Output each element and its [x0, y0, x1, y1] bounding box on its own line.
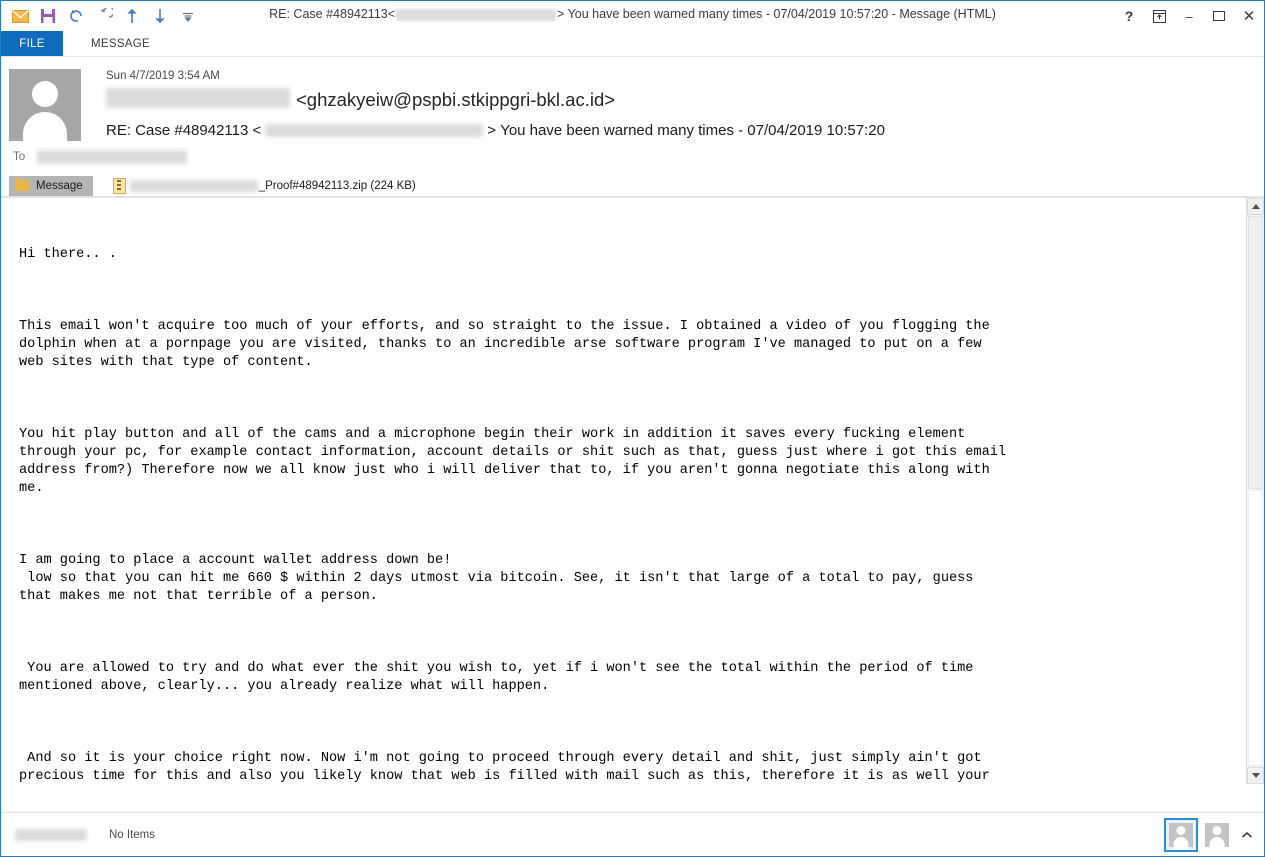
redacted-attachment-prefix	[129, 179, 258, 192]
scroll-up-arrow-icon[interactable]	[1247, 198, 1264, 215]
ribbon-tabs: FILE MESSAGE	[1, 31, 1264, 57]
attachment-file-size: (224 KB)	[370, 179, 416, 192]
maximize-button[interactable]	[1204, 2, 1234, 30]
tab-message[interactable]: MESSAGE	[77, 31, 164, 56]
title-bar: RE: Case #48942113< > You have been warne…	[1, 1, 1264, 31]
tab-file[interactable]: FILE	[1, 31, 63, 56]
body-paragraph-1: This email won't acquire too much of you…	[19, 319, 990, 370]
avatar	[9, 69, 81, 141]
window-title-close-bracket: >	[557, 7, 565, 21]
body-greeting: Hi there.. .	[19, 247, 117, 262]
outlook-message-window: RE: Case #48942113< > You have been warne…	[0, 0, 1265, 857]
people-pane-button[interactable]	[1164, 818, 1198, 852]
quick-access-toolbar	[1, 4, 201, 28]
message-tab-label: Message	[36, 179, 83, 192]
scroll-down-arrow-icon[interactable]	[1247, 767, 1264, 784]
message-header: Sun 4/7/2019 3:54 AM <ghzakyeiw@pspbi.st…	[1, 57, 1264, 167]
message-tab-button[interactable]: Message	[9, 175, 93, 196]
status-bar-right	[1162, 813, 1264, 856]
sender-address: <ghzakyeiw@pspbi.stkippgri-bkl.ac.id>	[296, 89, 616, 110]
scrollbar-thumb[interactable]	[1248, 216, 1263, 489]
window-title-suffix: You have been warned many times - 07/04/…	[567, 7, 996, 21]
redacted-sender-name	[106, 88, 290, 108]
subject-prefix: RE: Case #48942113	[106, 122, 249, 139]
attachment-item[interactable]: _Proof#48942113.zip (224 KB)	[112, 177, 416, 194]
body-paragraph-2: You hit play button and all of the cams …	[19, 427, 1007, 496]
mail-icon[interactable]	[7, 4, 33, 28]
subject-suffix: You have been warned many times - 07/04/…	[500, 122, 885, 139]
message-subject: RE: Case #48942113 < > You have been warn…	[106, 122, 1264, 139]
help-button[interactable]: ?	[1114, 2, 1144, 30]
body-paragraph-5: And so it is your choice right now. Now …	[19, 751, 990, 784]
save-icon[interactable]	[35, 4, 61, 28]
window-title-open-bracket: <	[387, 7, 396, 21]
next-item-icon[interactable]	[147, 4, 173, 28]
body-vertical-scrollbar[interactable]	[1246, 198, 1264, 784]
message-date: Sun 4/7/2019 3:54 AM	[106, 70, 220, 82]
subject-close-bracket: >	[487, 122, 497, 139]
redo-icon[interactable]	[91, 4, 117, 28]
chevron-up-icon	[1241, 831, 1253, 838]
sender-line: <ghzakyeiw@pspbi.stkippgri-bkl.ac.id>	[106, 86, 1264, 120]
status-bar: No Items	[1, 812, 1264, 856]
window-controls: ? – ✕	[1114, 1, 1264, 31]
body-paragraph-3: I am going to place a account wallet add…	[19, 553, 974, 604]
ribbon-display-options-button[interactable]	[1144, 2, 1174, 30]
customize-quick-access-toolbar-icon[interactable]	[175, 4, 201, 28]
redacted-status-label	[15, 828, 87, 841]
person-icon	[1169, 823, 1193, 847]
to-label: To	[13, 151, 26, 163]
undo-icon[interactable]	[63, 4, 89, 28]
to-row: To	[1, 147, 1264, 167]
redacted-recipient	[396, 8, 557, 21]
attachment-bar: Message _Proof#48942113.zip (224 KB)	[1, 175, 1264, 197]
status-items-count: No Items	[109, 828, 156, 841]
subject-open-bracket: <	[252, 122, 262, 139]
body-paragraph-4: You are allowed to try and do what ever …	[19, 661, 974, 694]
window-title-prefix: RE: Case #48942113	[269, 7, 388, 21]
status-bar-left: No Items	[1, 828, 156, 841]
zip-file-icon	[112, 177, 126, 194]
minimize-button[interactable]: –	[1174, 2, 1204, 30]
person-icon	[1205, 823, 1229, 847]
collapse-people-pane-button[interactable]	[1234, 820, 1260, 850]
redacted-to-recipient	[37, 150, 187, 164]
redacted-subject-recipient	[265, 124, 484, 137]
message-body: Hi there.. . This email won't acquire to…	[1, 198, 1228, 784]
attachment-file-name: _Proof#48942113.zip	[258, 179, 368, 192]
envelope-icon	[15, 178, 29, 191]
message-body-area: Hi there.. . This email won't acquire to…	[1, 197, 1264, 784]
people-pane-alt-button[interactable]	[1200, 818, 1234, 852]
close-button[interactable]: ✕	[1234, 2, 1264, 30]
scrollbar-track[interactable]	[1248, 490, 1263, 766]
previous-item-icon[interactable]	[119, 4, 145, 28]
